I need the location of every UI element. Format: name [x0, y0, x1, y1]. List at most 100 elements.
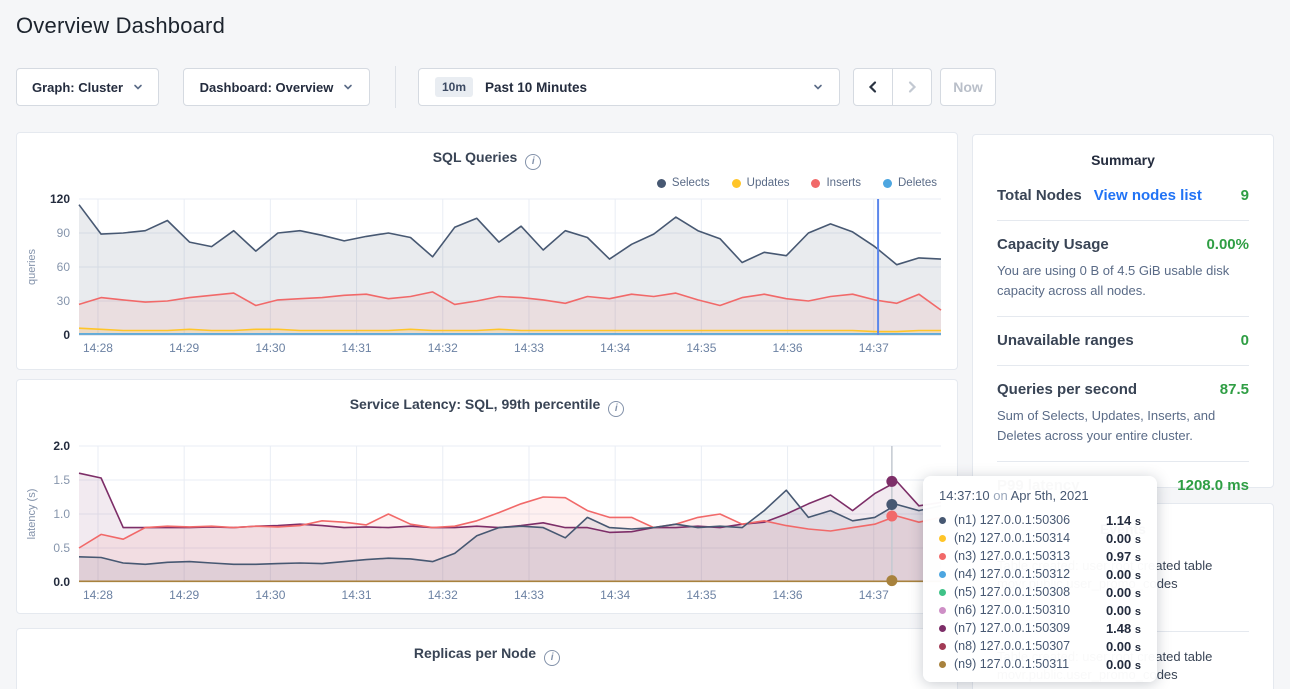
legend-dot-icon — [883, 179, 892, 188]
legend-label: Selects — [672, 177, 710, 189]
graph-dropdown-label: Graph: Cluster — [32, 80, 123, 95]
legend-dot-icon — [811, 179, 820, 188]
tooltip-node-label: (n4) 127.0.0.1:50312 — [954, 567, 1070, 581]
info-icon[interactable]: i — [608, 401, 624, 417]
tooltip-row: (n3) 127.0.0.1:503130.97 s — [939, 547, 1141, 565]
legend-label: Updates — [747, 177, 790, 189]
sql-queries-title-text: SQL Queries — [433, 149, 518, 165]
svg-text:120: 120 — [50, 192, 70, 206]
service-latency-chart[interactable]: 14:2814:2914:3014:3114:3214:3314:3414:35… — [21, 436, 946, 608]
svg-text:14:37: 14:37 — [859, 341, 889, 355]
svg-text:14:29: 14:29 — [169, 588, 199, 602]
svg-text:90: 90 — [57, 226, 71, 240]
tooltip-row: (n4) 127.0.0.1:50312 0.00 s — [939, 565, 1141, 583]
tooltip-node-value: 0.00 s — [1106, 567, 1141, 582]
service-latency-title-text: Service Latency: SQL, 99th percentile — [350, 396, 601, 412]
summary-row-label: Capacity Usage — [997, 236, 1109, 253]
svg-text:14:34: 14:34 — [600, 341, 630, 355]
svg-text:queries: queries — [26, 248, 38, 285]
svg-text:14:33: 14:33 — [514, 341, 544, 355]
time-next-button[interactable] — [892, 68, 932, 106]
legend-item-inserts[interactable]: Inserts — [811, 177, 861, 189]
svg-text:2.0: 2.0 — [53, 439, 70, 453]
node-color-dot-icon — [939, 607, 946, 614]
summary-row-value: 0 — [1241, 332, 1249, 349]
summary-row: Queries per second87.5Sum of Selects, Up… — [997, 365, 1249, 461]
time-now-button[interactable]: Now — [940, 68, 996, 106]
tooltip-node-value: 0.00 s — [1106, 639, 1141, 654]
summary-row-value: 1208.0 ms — [1177, 477, 1249, 494]
tooltip-row: (n6) 127.0.0.1:503100.00 s — [939, 601, 1141, 619]
summary-row: Capacity Usage 0.00% You are using 0 B of … — [997, 220, 1249, 316]
tooltip-row: (n7) 127.0.0.1:503091.48 s — [939, 619, 1141, 637]
info-icon[interactable]: i — [525, 154, 541, 170]
svg-text:14:28: 14:28 — [83, 588, 113, 602]
replicas-chart-title: Replicas per Nodei — [17, 645, 957, 666]
tooltip-row: (n9) 127.0.0.1:50311 0.00 s — [939, 655, 1141, 673]
svg-text:1.5: 1.5 — [53, 473, 70, 487]
svg-text:14:31: 14:31 — [342, 588, 372, 602]
summary-row-value: 0.00% — [1206, 236, 1249, 253]
tooltip-node-label: (n6) 127.0.0.1:50310 — [954, 603, 1070, 617]
svg-text:14:35: 14:35 — [686, 588, 716, 602]
tooltip-time: 14:37:10 — [939, 488, 990, 503]
time-prev-button[interactable] — [853, 68, 893, 106]
summary-row-description: You are using 0 B of 4.5 GiB usable disk… — [997, 261, 1249, 300]
svg-text:14:31: 14:31 — [342, 341, 372, 355]
tooltip-on-text: on — [993, 488, 1007, 503]
tooltip-rows: (n1) 127.0.0.1:503061.14 s(n2) 127.0.0.1… — [939, 511, 1141, 673]
sql-queries-chart-title: SQL Queries i — [17, 149, 957, 170]
node-color-dot-icon — [939, 535, 946, 542]
svg-text:14:32: 14:32 — [428, 588, 458, 602]
legend-dot-icon — [732, 179, 741, 188]
legend-dot-icon — [657, 179, 666, 188]
panel-replicas-per-node: Replicas per Nodei — [16, 628, 958, 689]
tooltip-row: (n8) 127.0.0.1:503070.00 s — [939, 637, 1141, 655]
sql-queries-chart[interactable]: 14:2814:2914:3014:3114:3214:3314:3414:35… — [21, 189, 946, 361]
tooltip-node-label: (n1) 127.0.0.1:50306 — [954, 513, 1070, 527]
dashboard-dropdown[interactable]: Dashboard: Overview — [183, 68, 370, 106]
tooltip-node-value: 0.00 s — [1106, 531, 1141, 546]
chevron-right-icon — [905, 80, 919, 94]
summary-row-label: Total Nodes — [997, 187, 1082, 204]
legend-item-deletes[interactable]: Deletes — [883, 177, 937, 189]
info-icon[interactable]: i — [544, 650, 560, 666]
tooltip-node-value: 0.00 s — [1106, 657, 1141, 672]
node-color-dot-icon — [939, 661, 946, 668]
chart-hover-tooltip: 14:37:10 on Apr 5th, 2021 (n1) 127.0.0.1… — [923, 476, 1157, 682]
svg-text:14:28: 14:28 — [83, 341, 113, 355]
tooltip-node-value: 0.00 s — [1106, 585, 1141, 600]
tooltip-node-label: (n5) 127.0.0.1:50308 — [954, 585, 1070, 599]
node-color-dot-icon — [939, 589, 946, 596]
svg-text:1.0: 1.0 — [53, 507, 70, 521]
tooltip-row: (n2) 127.0.0.1:50314 0.00 s — [939, 529, 1141, 547]
svg-text:14:35: 14:35 — [686, 341, 716, 355]
overview-dashboard-page: Overview Dashboard Graph: Cluster Dashbo… — [0, 0, 1290, 689]
node-color-dot-icon — [939, 625, 946, 632]
chevron-down-icon — [133, 82, 143, 92]
svg-text:14:36: 14:36 — [773, 588, 803, 602]
tooltip-node-label: (n2) 127.0.0.1:50314 — [954, 531, 1070, 545]
legend-item-selects[interactable]: Selects — [657, 177, 710, 189]
tooltip-node-label: (n9) 127.0.0.1:50311 — [954, 657, 1069, 671]
chevron-left-icon — [866, 80, 880, 94]
svg-text:14:29: 14:29 — [169, 341, 199, 355]
summary-row-label: Unavailable ranges — [997, 332, 1134, 349]
svg-text:latency (s): latency (s) — [26, 489, 38, 540]
time-range-dropdown[interactable]: 10m Past 10 Minutes — [418, 68, 840, 106]
chevron-down-icon — [813, 82, 823, 92]
summary-row: Unavailable ranges 0 — [997, 316, 1249, 365]
legend-item-updates[interactable]: Updates — [732, 177, 790, 189]
svg-text:14:34: 14:34 — [600, 588, 630, 602]
view-nodes-link[interactable]: View nodes list — [1094, 187, 1202, 204]
tooltip-row: (n1) 127.0.0.1:503061.14 s — [939, 511, 1141, 529]
svg-text:60: 60 — [57, 260, 71, 274]
chevron-down-icon — [343, 82, 353, 92]
node-color-dot-icon — [939, 643, 946, 650]
panel-summary: Summary Total NodesView nodes list9Capac… — [972, 134, 1274, 488]
time-range-badge: 10m — [435, 77, 473, 97]
graph-dropdown[interactable]: Graph: Cluster — [16, 68, 159, 106]
svg-text:0.5: 0.5 — [53, 541, 70, 555]
tooltip-node-label: (n7) 127.0.0.1:50309 — [954, 621, 1070, 635]
svg-text:0.0: 0.0 — [53, 575, 70, 589]
